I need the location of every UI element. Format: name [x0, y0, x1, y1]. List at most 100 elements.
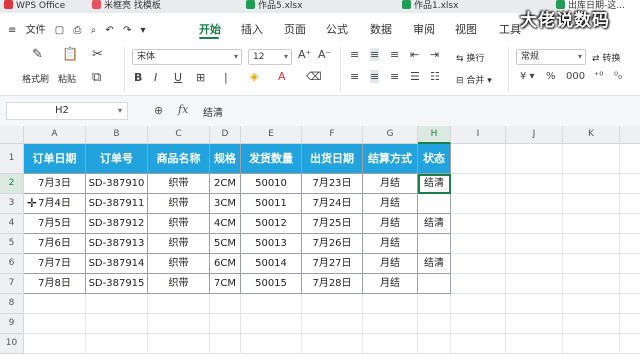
number-format-select[interactable]: 常规 ▾ — [516, 49, 586, 65]
table-cell[interactable]: 50015 — [241, 274, 302, 294]
table-cell[interactable]: 7月7日 — [24, 254, 86, 274]
table-cell[interactable]: 7月26日 — [302, 234, 363, 254]
distribute-icon[interactable]: ☷ — [430, 70, 440, 83]
table-header-cell[interactable]: 出货日期 — [302, 144, 363, 174]
wrap-text-button[interactable]: ⇆ 换行 — [456, 51, 484, 64]
empty-cell[interactable] — [563, 214, 620, 234]
table-cell[interactable]: 结清 — [418, 214, 451, 234]
empty-cell[interactable] — [451, 254, 506, 274]
menu-insert[interactable]: 插入 — [241, 21, 263, 37]
table-header-cell[interactable]: 商品名称 — [148, 144, 210, 174]
italic-icon[interactable]: I — [154, 71, 157, 84]
align-middle-icon[interactable]: ≡ — [370, 48, 380, 61]
empty-cell[interactable] — [506, 174, 563, 194]
table-cell[interactable]: SD-387914 — [86, 254, 148, 274]
align-top-icon[interactable]: ≡ — [350, 48, 359, 61]
empty-cell[interactable] — [506, 144, 563, 174]
empty-cell[interactable] — [418, 334, 451, 354]
empty-cell[interactable] — [24, 314, 86, 334]
row-header-3[interactable]: 3 — [0, 194, 24, 214]
underline-icon[interactable]: U — [174, 71, 182, 84]
clear-format-icon[interactable]: ⌫ — [306, 70, 322, 83]
table-cell[interactable]: 织带 — [148, 214, 210, 234]
empty-cell[interactable] — [563, 254, 620, 274]
undo-icon[interactable]: ↶ — [105, 25, 113, 36]
font-color-icon[interactable]: A — [278, 70, 286, 83]
font-size-select[interactable]: 12 ▾ — [248, 49, 292, 65]
empty-cell[interactable] — [24, 294, 86, 314]
table-cell[interactable]: 月结 — [363, 194, 418, 214]
empty-cell[interactable] — [620, 174, 640, 194]
table-cell[interactable]: 结清 — [418, 254, 451, 274]
print-icon[interactable]: ⎙ — [73, 25, 81, 36]
empty-cell[interactable] — [620, 214, 640, 234]
table-cell[interactable]: SD-387910 — [86, 174, 148, 194]
table-cell[interactable]: 50010 — [241, 174, 302, 194]
align-left-icon[interactable]: ≡ — [350, 70, 359, 83]
column-header-i[interactable]: I — [451, 126, 506, 144]
column-header-c[interactable]: C — [148, 126, 210, 144]
empty-cell[interactable] — [563, 144, 620, 174]
table-cell[interactable]: 织带 — [148, 174, 210, 194]
table-cell[interactable]: 7月24日 — [302, 194, 363, 214]
row-header-7[interactable]: 7 — [0, 274, 24, 294]
empty-cell[interactable] — [620, 144, 640, 174]
column-header-g[interactable]: G — [363, 126, 418, 144]
empty-cell[interactable] — [620, 334, 640, 354]
column-header-l[interactable]: L — [620, 126, 640, 144]
more-icon[interactable]: ▾ — [141, 25, 146, 36]
empty-cell[interactable] — [241, 334, 302, 354]
zoom-icon[interactable]: ⊕ — [154, 104, 163, 117]
empty-cell[interactable] — [418, 314, 451, 334]
empty-cell[interactable] — [620, 194, 640, 214]
table-cell[interactable] — [418, 274, 451, 294]
empty-cell[interactable] — [451, 234, 506, 254]
percent-icon[interactable]: % — [546, 71, 556, 82]
table-cell[interactable]: 6CM — [210, 254, 241, 274]
empty-cell[interactable] — [506, 314, 563, 334]
empty-cell[interactable] — [451, 174, 506, 194]
table-cell[interactable]: 4CM — [210, 214, 241, 234]
table-cell[interactable]: 织带 — [148, 274, 210, 294]
table-header-cell[interactable]: 订单号 — [86, 144, 148, 174]
table-cell[interactable]: SD-387911 — [86, 194, 148, 214]
menu-view[interactable]: 视图 — [455, 21, 477, 37]
align-center-icon[interactable]: ≡ — [370, 70, 380, 83]
empty-cell[interactable] — [563, 234, 620, 254]
empty-cell[interactable] — [210, 334, 241, 354]
empty-cell[interactable] — [620, 254, 640, 274]
menu-page[interactable]: 页面 — [284, 21, 306, 37]
column-header-d[interactable]: D — [210, 126, 241, 144]
justify-icon[interactable]: ☰ — [410, 70, 420, 83]
column-header-a[interactable]: A — [24, 126, 86, 144]
row-header-6[interactable]: 6 — [0, 254, 24, 274]
table-cell[interactable]: 7月8日 — [24, 274, 86, 294]
table-cell[interactable]: 2CM — [210, 174, 241, 194]
column-header-h[interactable]: H — [418, 126, 451, 144]
table-cell[interactable] — [418, 194, 451, 214]
table-cell[interactable]: 7月28日 — [302, 274, 363, 294]
table-cell[interactable]: SD-387913 — [86, 234, 148, 254]
merge-button[interactable]: ⊟ 合并 ▾ — [456, 73, 492, 86]
spreadsheet-grid[interactable]: ABCDEFGHIJKL 1订单日期订单号商品名称规格发货数量出货日期结算方式状态… — [0, 126, 640, 360]
empty-cell[interactable] — [363, 294, 418, 314]
empty-cell[interactable] — [451, 294, 506, 314]
empty-cell[interactable] — [620, 314, 640, 334]
empty-cell[interactable] — [620, 274, 640, 294]
empty-cell[interactable] — [563, 174, 620, 194]
empty-cell[interactable] — [563, 314, 620, 334]
empty-cell[interactable] — [86, 314, 148, 334]
preview-icon[interactable]: ⌕ — [91, 25, 97, 36]
border-icon[interactable]: ⊞ — [196, 71, 205, 84]
empty-cell[interactable] — [86, 294, 148, 314]
table-cell[interactable]: 50011 — [241, 194, 302, 214]
empty-cell[interactable] — [302, 294, 363, 314]
menu-file[interactable]: 文件 — [26, 25, 46, 36]
table-cell[interactable]: 7月3日 — [24, 174, 86, 194]
empty-cell[interactable] — [451, 144, 506, 174]
bold-icon[interactable]: B — [134, 71, 142, 84]
row-header-10[interactable]: 10 — [0, 334, 24, 354]
row-header-4[interactable]: 4 — [0, 214, 24, 234]
column-header-f[interactable]: F — [302, 126, 363, 144]
row-header-8[interactable]: 8 — [0, 294, 24, 314]
